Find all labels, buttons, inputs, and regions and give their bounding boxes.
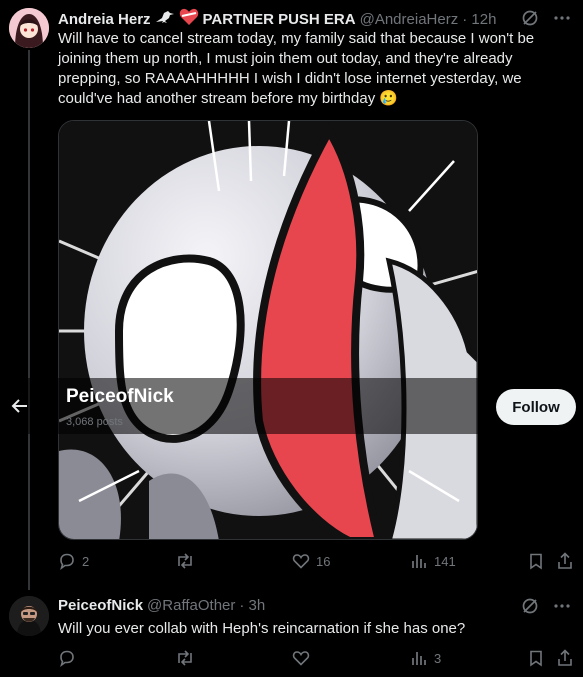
like-button[interactable]: 16: [292, 552, 330, 570]
more-icon[interactable]: [553, 597, 571, 620]
like-button[interactable]: [292, 649, 316, 667]
share-icon: [556, 552, 574, 570]
like-count: 16: [316, 553, 331, 569]
author-handle[interactable]: @AndreiaHerz: [360, 11, 459, 28]
bookmark-icon: [527, 649, 545, 667]
like-icon: [292, 552, 310, 570]
repost-icon: [175, 552, 195, 570]
reply-icon: [58, 552, 76, 570]
timestamp[interactable]: · 3h: [239, 597, 265, 614]
tweet-actions: 2 16 141: [58, 552, 578, 576]
like-icon: [292, 649, 310, 667]
tweet-header: PeiceofNick @RaffaOther · 3h: [58, 597, 265, 614]
timestamp[interactable]: · 12h: [462, 11, 496, 28]
more-icon[interactable]: [553, 9, 571, 32]
grok-icon[interactable]: [521, 597, 539, 620]
tweet-image[interactable]: [58, 120, 478, 540]
tweet-andreia[interactable]: Andreia Herz PARTNER PUSH ERA @AndreiaHe…: [0, 0, 583, 590]
views-button[interactable]: 3: [410, 649, 441, 667]
views-icon: [410, 552, 428, 570]
share-button[interactable]: [556, 552, 574, 570]
reply-count: 2: [82, 553, 90, 569]
follow-button[interactable]: Follow: [496, 389, 576, 425]
tweet-peiceofnick[interactable]: PeiceofNick @RaffaOther · 3h Will you ev…: [0, 590, 583, 677]
bookmark-button[interactable]: [527, 552, 545, 570]
views-count: 3: [434, 650, 442, 666]
bookmark-button[interactable]: [527, 649, 545, 667]
author-handle[interactable]: @RaffaOther: [147, 597, 235, 614]
tweet-text: Will have to cancel stream today, my fam…: [58, 30, 535, 107]
reply-icon: [58, 649, 76, 667]
reply-button[interactable]: [58, 649, 82, 667]
avatar[interactable]: [9, 596, 49, 636]
repost-button[interactable]: [175, 552, 201, 570]
share-icon: [556, 649, 574, 667]
share-button[interactable]: [556, 649, 574, 667]
views-button[interactable]: 141: [410, 552, 456, 570]
repost-button[interactable]: [175, 649, 201, 667]
tweet-top-icons: [521, 597, 571, 620]
name-badge: PARTNER PUSH ERA: [202, 10, 356, 28]
tweet-header: Andreia Herz PARTNER PUSH ERA @AndreiaHe…: [58, 8, 496, 30]
back-arrow-icon[interactable]: [10, 396, 30, 421]
tweet-actions: 3: [58, 649, 578, 673]
views-icon: [410, 649, 428, 667]
repost-icon: [175, 649, 195, 667]
avatar[interactable]: [9, 8, 49, 48]
author-name[interactable]: PeiceofNick: [58, 597, 143, 614]
views-count: 141: [434, 553, 456, 569]
reply-button[interactable]: 2: [58, 552, 89, 570]
crow-icon: [155, 10, 175, 28]
tweet-text: Will you ever collab with Heph's reincar…: [58, 620, 466, 637]
bookmark-icon: [527, 552, 545, 570]
author-name[interactable]: Andreia Herz: [58, 11, 151, 28]
overlay-profile-name[interactable]: PeiceofNick: [66, 386, 174, 408]
heart-emoji-icon: [179, 8, 199, 30]
overlay-post-count: 3,068 posts: [66, 416, 123, 428]
